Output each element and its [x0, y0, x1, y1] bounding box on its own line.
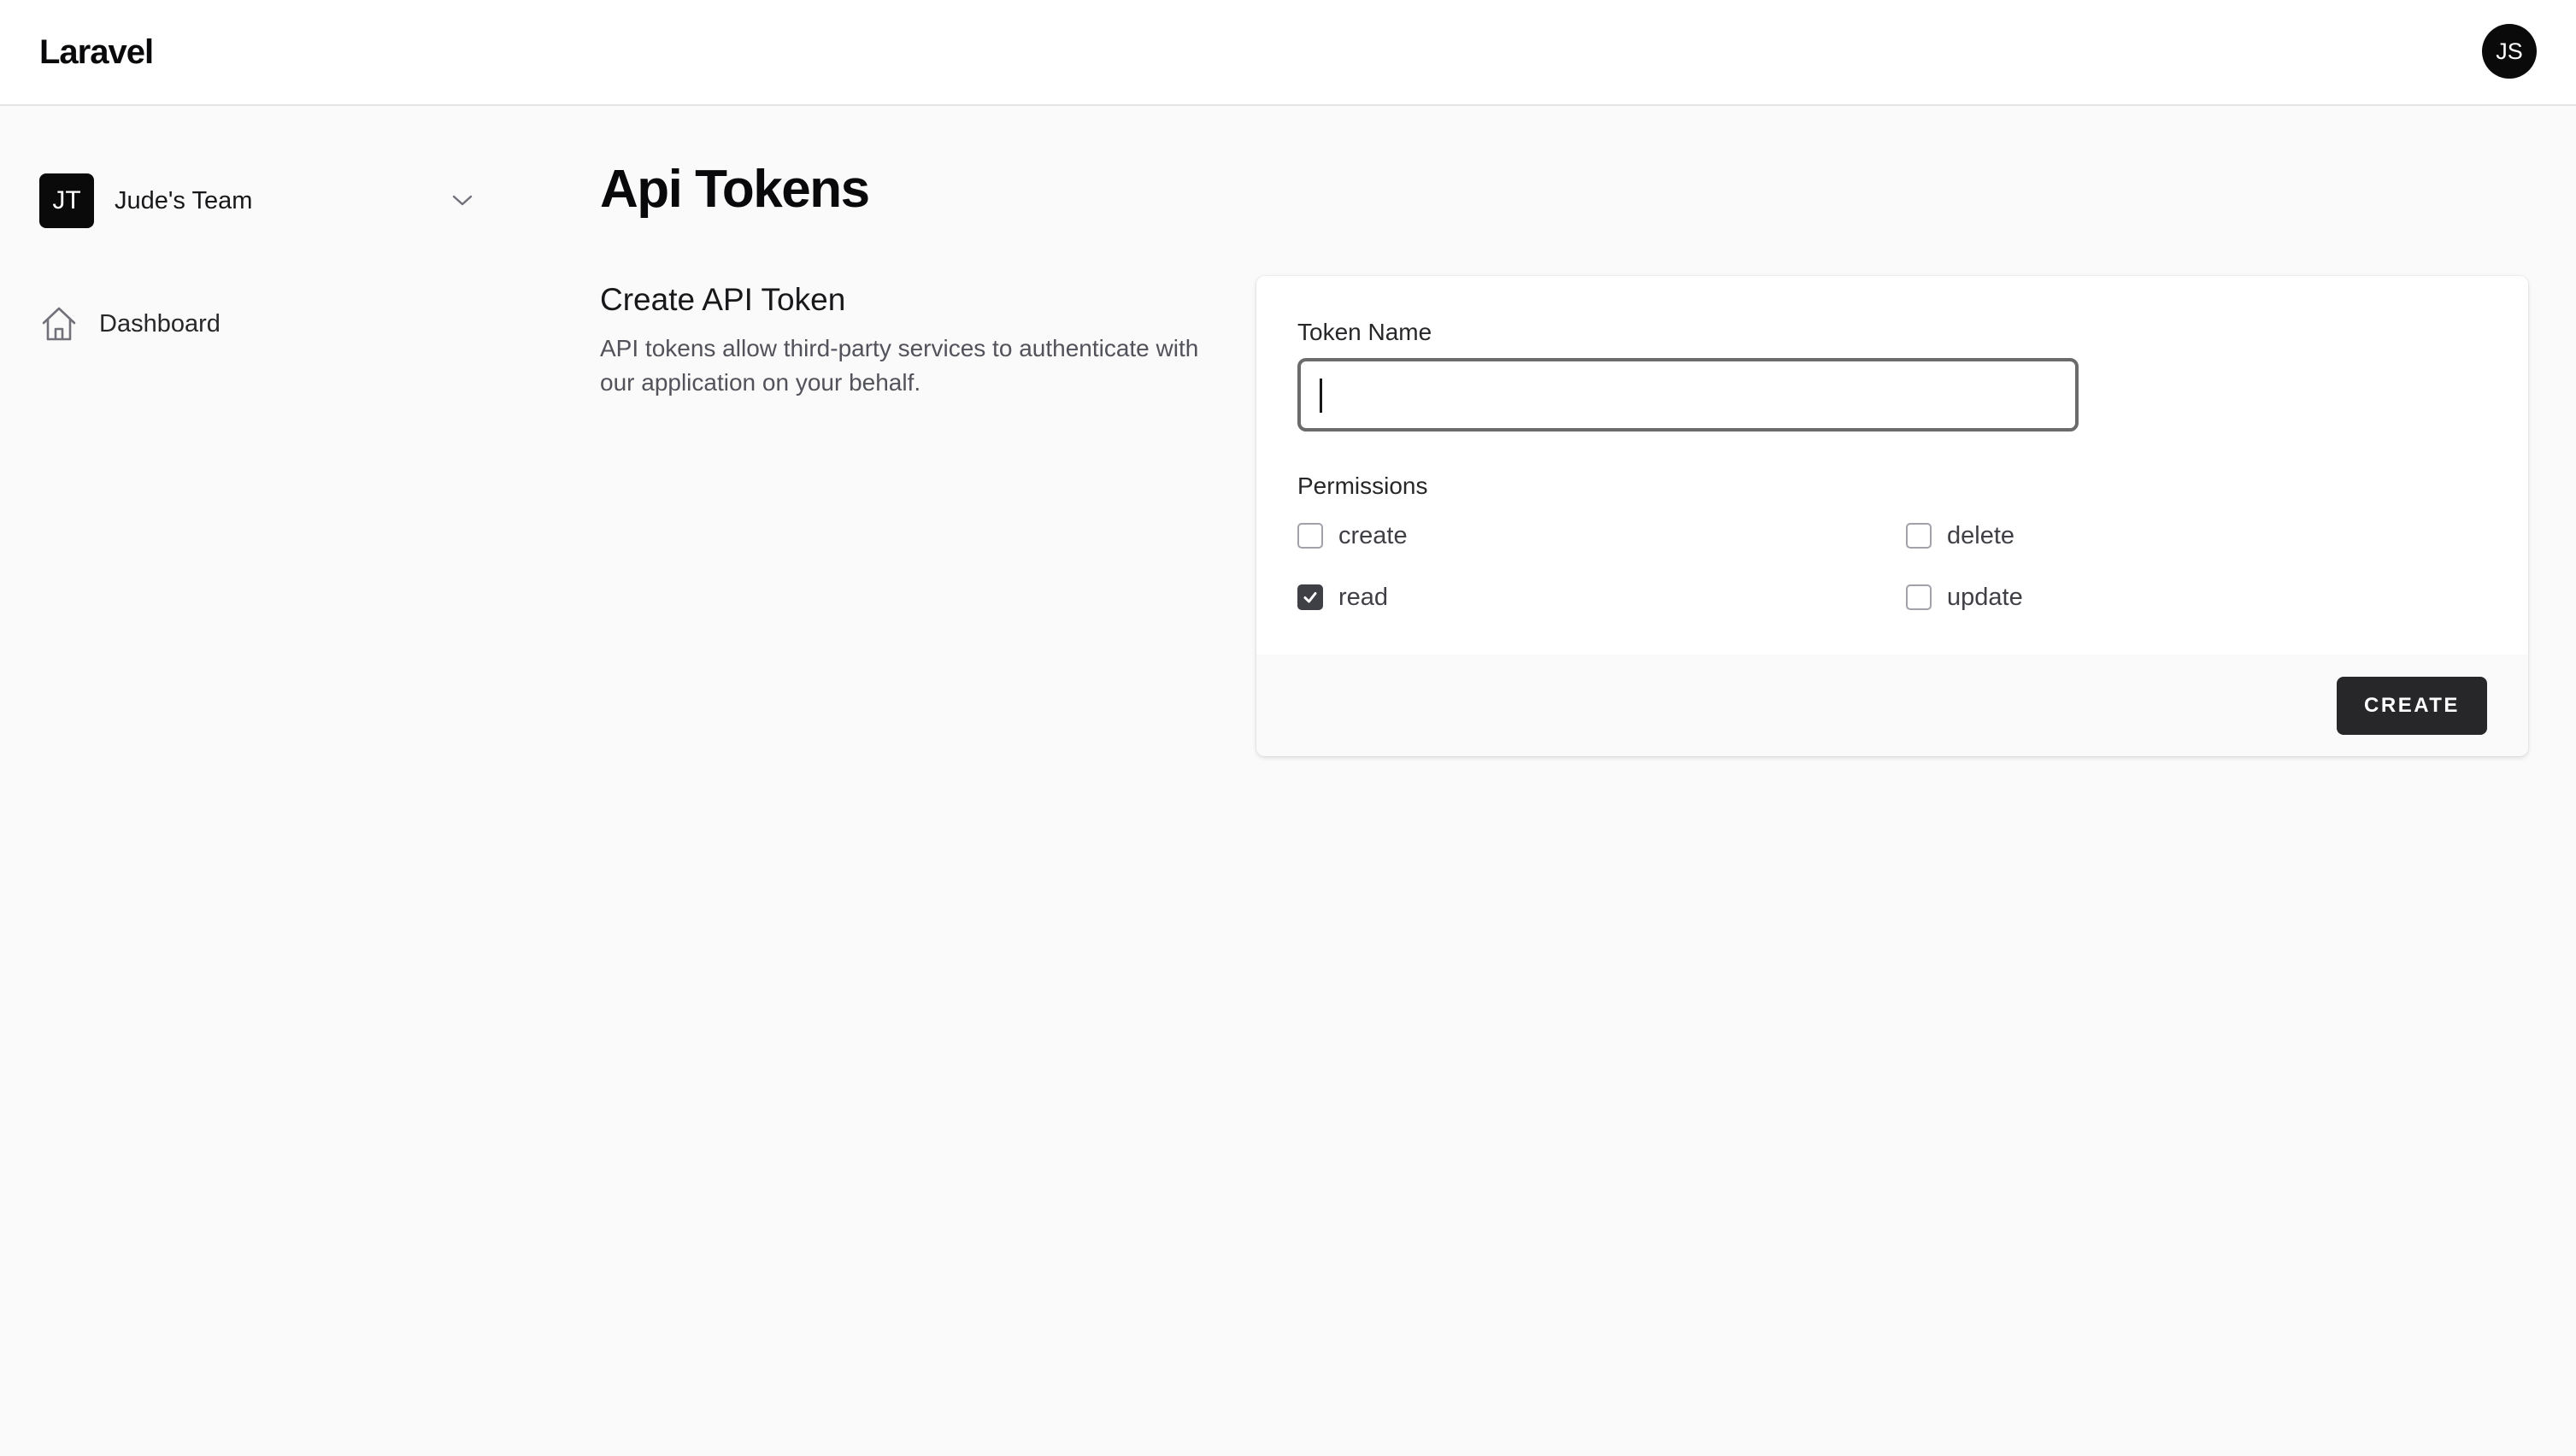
checkbox-checked[interactable]: [1297, 584, 1323, 610]
sidebar-item-dashboard[interactable]: Dashboard: [39, 303, 221, 344]
create-button[interactable]: CREATE: [2337, 677, 2487, 735]
team-name: Jude's Team: [115, 186, 253, 214]
checkmark-icon: [1303, 592, 1317, 603]
checkbox[interactable]: [1906, 523, 1932, 549]
permission-label: create: [1338, 521, 1408, 549]
permission-read[interactable]: read: [1297, 582, 1388, 613]
create-token-form: Token Name Permissions create delete rea…: [1256, 276, 2528, 756]
section-heading: Create API Token: [600, 282, 846, 317]
permission-label: delete: [1947, 521, 2015, 549]
home-icon: [39, 304, 79, 343]
page-title: Api Tokens: [600, 160, 870, 219]
checkbox[interactable]: [1297, 523, 1323, 549]
user-avatar[interactable]: JS: [2482, 24, 2537, 79]
checkbox[interactable]: [1906, 584, 1932, 610]
permission-label: read: [1338, 583, 1389, 611]
app-logo[interactable]: Laravel: [39, 0, 154, 104]
chevron-down-icon: [450, 188, 475, 214]
token-name-label: Token Name: [1297, 319, 1432, 345]
sidebar-item-label: Dashboard: [99, 309, 221, 338]
text-cursor: [1320, 379, 1322, 413]
form-actions: CREATE: [1256, 655, 2528, 756]
token-name-input[interactable]: [1297, 358, 2079, 432]
permission-create[interactable]: create: [1297, 520, 1408, 551]
team-avatar: JT: [39, 173, 94, 228]
section-description: API tokens allow third-party services to…: [600, 335, 1199, 396]
permissions-label: Permissions: [1297, 473, 1428, 499]
team-switcher[interactable]: JT Jude's Team: [39, 173, 475, 228]
top-navigation-bar: Laravel JS: [0, 0, 2576, 106]
permission-label: update: [1947, 583, 2023, 611]
permission-update[interactable]: update: [1906, 582, 2023, 613]
permission-delete[interactable]: delete: [1906, 520, 2014, 551]
